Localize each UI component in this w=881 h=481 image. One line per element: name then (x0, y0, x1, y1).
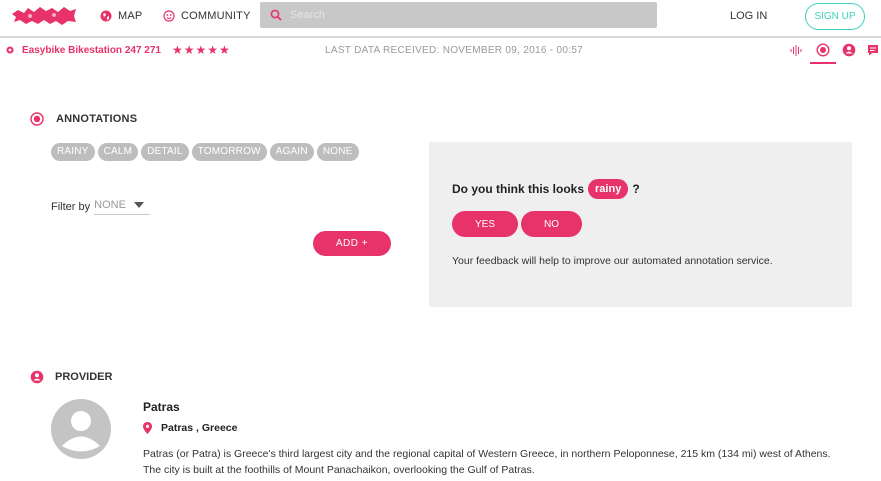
tag-detail[interactable]: DETAIL (141, 143, 189, 161)
feedback-question: Do you think this looks rainy ? (452, 179, 640, 199)
logo-map-icon[interactable] (10, 4, 78, 28)
avatar-icon (51, 399, 111, 459)
rating-stars: ★★★★★ (172, 43, 231, 57)
annotation-tags: RAINY CALM DETAIL TOMORROW AGAIN NONE (51, 143, 359, 161)
station-name: Easybike Bikestation 247 271 (22, 45, 161, 56)
target-icon[interactable] (816, 43, 830, 57)
pin-icon (143, 422, 152, 434)
filter-select[interactable]: NONE (94, 199, 151, 215)
provider-location-text: Patras , Greece (161, 422, 238, 434)
login-link[interactable]: LOG IN (730, 10, 767, 22)
search-bar[interactable] (260, 2, 657, 28)
last-data-received: LAST DATA RECEIVED: NOVEMBER 09, 2016 - … (325, 45, 584, 56)
yes-button[interactable]: YES (452, 211, 518, 237)
person-icon (30, 370, 44, 384)
provider-description: Patras (or Patra) is Greece's third larg… (143, 448, 831, 476)
provider-location: Patras , Greece (143, 422, 237, 434)
person-icon[interactable] (842, 43, 856, 57)
target-icon (30, 112, 44, 126)
tag-rainy[interactable]: RAINY (51, 143, 95, 161)
waveform-icon[interactable] (789, 43, 803, 57)
no-button[interactable]: NO (521, 211, 582, 237)
filter-label: Filter by (51, 201, 91, 213)
add-annotation-button[interactable]: ADD + (313, 231, 391, 256)
feedback-note: Your feedback will help to improve our a… (452, 255, 773, 267)
top-nav: MAP COMMUNITY LOG IN SIGN UP (0, 0, 881, 34)
nav-map-link[interactable]: MAP (100, 10, 142, 22)
tag-tomorrow[interactable]: TOMORROW (191, 143, 267, 161)
filter-value: NONE (94, 199, 126, 211)
feedback-question-mark: ? (632, 182, 640, 196)
tag-none[interactable]: NONE (316, 143, 359, 161)
provider-header: PROVIDER (30, 370, 112, 384)
feedback-panel: Do you think this looks rainy ? YES NO Y… (429, 142, 852, 307)
station-bar: Easybike Bikestation 247 271 ★★★★★ LAST … (0, 38, 881, 64)
community-icon (163, 10, 175, 22)
provider-heading: PROVIDER (55, 371, 113, 383)
feedback-highlight: rainy (588, 179, 629, 199)
globe-icon (100, 10, 112, 22)
provider-name: Patras (143, 400, 180, 414)
tag-again[interactable]: AGAIN (269, 143, 314, 161)
feedback-question-text: Do you think this looks (452, 182, 585, 196)
search-icon (270, 9, 282, 21)
tag-calm[interactable]: CALM (97, 143, 139, 161)
station-dot-icon (6, 46, 14, 54)
nav-community-label: COMMUNITY (181, 10, 251, 22)
nav-community-link[interactable]: COMMUNITY (163, 10, 251, 22)
signup-button[interactable]: SIGN UP (805, 3, 865, 30)
annotations-header: ANNOTATIONS (30, 112, 137, 126)
annotations-heading: ANNOTATIONS (56, 113, 138, 125)
chevron-down-icon (133, 202, 144, 208)
search-input[interactable] (290, 9, 630, 21)
nav-map-label: MAP (118, 10, 143, 22)
filter-control: Filter by NONE (51, 199, 151, 215)
active-tab-indicator (810, 62, 836, 64)
comment-icon[interactable] (866, 43, 880, 57)
